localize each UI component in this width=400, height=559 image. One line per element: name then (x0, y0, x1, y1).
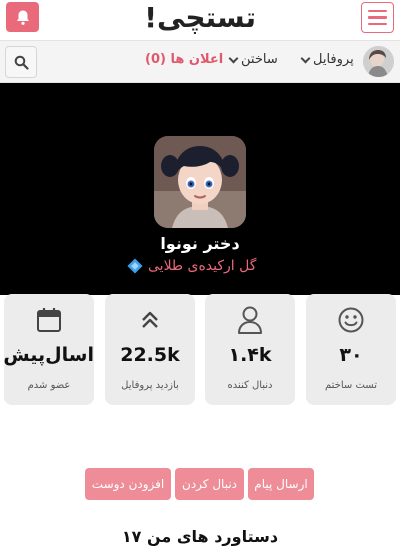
send-message-button[interactable]: ارسال پیام (248, 468, 314, 500)
notifications-button[interactable] (6, 2, 39, 32)
hamburger-menu-button[interactable] (361, 2, 394, 33)
nav-build-menu[interactable]: ساختن (228, 52, 278, 67)
achievements-title: دستاورد های من ۱۷ (121, 527, 279, 546)
profile-image (154, 136, 246, 228)
hamburger-icon (368, 9, 387, 13)
nav-notifications-label: اعلان ها (0) (145, 52, 224, 67)
bell-icon (16, 10, 29, 25)
stat-value: ۱.۴k (228, 344, 272, 366)
profile-picture (154, 136, 246, 228)
profile-name: دختر نونوا (160, 234, 240, 253)
stat-value: 22.5k (120, 344, 180, 366)
nav-bar: اعلان ها (0) ساختن پروفایل (0, 40, 400, 83)
chevron-down-icon (300, 53, 311, 63)
top-bar: تستچی! (0, 0, 400, 40)
user-avatar[interactable] (363, 46, 394, 77)
search-icon (14, 55, 29, 70)
site-logo[interactable]: تستچی! (144, 0, 256, 36)
user-icon (238, 306, 262, 334)
nav-profile-menu[interactable]: پروفایل (300, 52, 354, 67)
stat-profile-views: 22.5k بازدید پروفایل (105, 294, 195, 405)
calendar-icon (37, 308, 61, 332)
nav-notifications[interactable]: اعلان ها (0) (145, 52, 223, 67)
nav-build-label: ساختن (241, 52, 278, 67)
stat-value: اسال‌پیش (3, 344, 94, 366)
stat-value: ۳۰ (339, 344, 363, 366)
profile-rank: گل ارکیده‌ی طلایی (127, 258, 256, 274)
avatar-image (363, 46, 394, 77)
stat-tests-created[interactable]: ۳۰ تست ساختم (306, 294, 396, 405)
diamond-icon (127, 258, 143, 274)
stat-member-since: اسال‌پیش عضو شدم (3, 294, 94, 405)
chevron-down-icon (228, 53, 239, 63)
nav-profile-label: پروفایل (313, 52, 354, 67)
stat-label: عضو شدم (27, 380, 71, 391)
stat-label: تست ساختم (325, 380, 377, 391)
rank-label: گل ارکیده‌ی طلایی (148, 258, 257, 274)
stat-label: بازدید پروفایل (121, 380, 179, 391)
stat-label: دنبال کننده (227, 380, 273, 391)
double-chevron-up-icon (142, 311, 158, 328)
search-button[interactable] (5, 46, 37, 78)
follow-button[interactable]: دنبال کردن (175, 468, 244, 500)
add-friend-button[interactable]: افزودن دوست (85, 468, 171, 500)
stat-followers[interactable]: ۱.۴k دنبال کننده (205, 294, 295, 405)
smiley-icon (338, 307, 364, 333)
